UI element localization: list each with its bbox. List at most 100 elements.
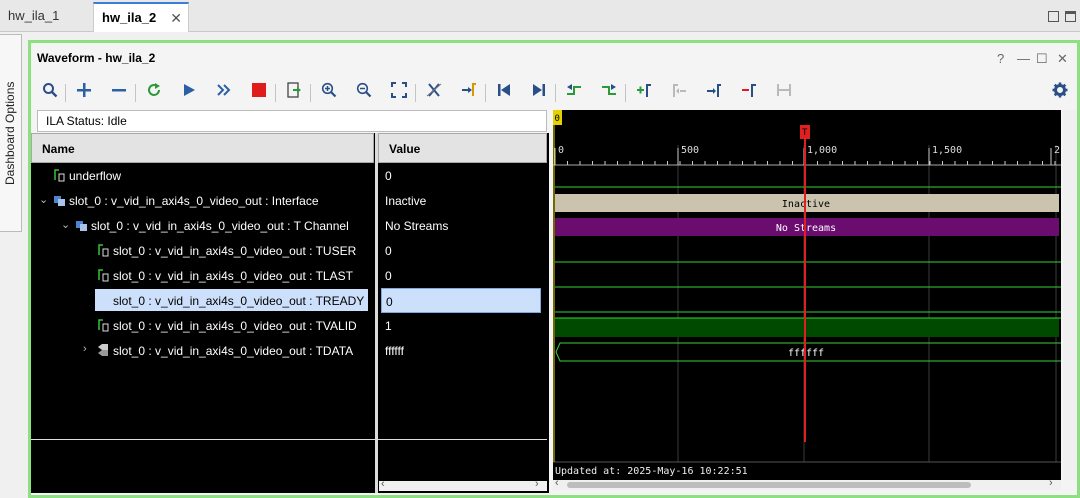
signal-value[interactable]: 0 [381,263,541,288]
column-header-value[interactable]: Value [378,133,547,163]
search-icon[interactable] [39,82,61,104]
signal-table: Name Value underflow 0 ⌄ slot_0 : v_vid_in_… [31,133,549,493]
signal-row[interactable]: › slot_0 : v_vid_in_axi4s_0_video_out : T… [31,338,374,363]
column-header-value-label: Value [389,142,421,156]
add-icon[interactable] [73,82,95,104]
zoom-out-icon[interactable] [353,82,375,104]
bus-signal-icon [97,343,109,357]
value-horizontal-scrollbar[interactable]: ‹ › [379,478,547,491]
column-header-name[interactable]: Name [31,133,374,163]
export-icon[interactable] [283,82,305,104]
signal-row[interactable]: ⌄ slot_0 : v_vid_in_axi4s_0_video_out : I… [31,188,374,213]
next-transition-icon[interactable] [598,82,620,104]
interface-icon [75,218,87,232]
settings-icon[interactable] [1049,82,1071,104]
ruler-tick-label: 500 [681,145,699,156]
signal-name: slot_0 : v_vid_in_axi4s_0_video_out : T … [91,219,349,233]
signal-row[interactable]: slot_0 : v_vid_in_axi4s_0_video_out : TU… [31,238,374,263]
waveform-vertical-scrollbar[interactable] [1063,110,1077,480]
ruler-tick-label: 1,500 [932,145,962,156]
signal-row[interactable]: slot_0 : v_vid_in_axi4s_0_video_out : TV… [31,313,374,338]
close-icon[interactable]: ✕ [1057,51,1068,67]
bit-signal-icon [97,268,109,282]
signal-value[interactable]: 0 [381,238,541,263]
signal-value[interactable]: Inactive [381,188,541,213]
updated-at-label: Updated at: 2025-May-16 10:22:51 [555,466,748,477]
column-header-name-label: Name [42,142,75,156]
tab-label: hw_ila_2 [102,10,157,25]
tab-label: hw_ila_1 [8,8,60,23]
waveform-tvalid-fill [555,318,1059,337]
delete-marker-icon[interactable] [738,82,760,104]
origin-marker-label: 0 [555,114,560,124]
interface-icon [53,193,65,207]
signal-name: slot_0 : v_vid_in_axi4s_0_video_out : TR… [95,289,369,311]
zoom-in-icon[interactable] [318,82,340,104]
minimize-icon[interactable]: — [1017,51,1030,66]
signal-value[interactable]: No Streams [381,213,541,238]
prev-transition-icon[interactable] [563,82,585,104]
trigger-marker-label: T [802,128,808,138]
ruler-tick-label: 1,000 [807,145,837,156]
signal-value[interactable]: ffffff [381,338,541,363]
signal-row[interactable]: slot_0 : v_vid_in_axi4s_0_video_out : TR… [31,288,374,313]
restore-icon[interactable] [1048,11,1059,22]
tab-hw-ila-2[interactable]: hw_ila_2 ✕ [93,2,189,32]
ruler-tick-label: 2, [1054,145,1061,156]
ruler-tick-label: 0 [558,145,564,156]
go-to-end-icon[interactable] [528,82,550,104]
signal-name: slot_0 : v_vid_in_axi4s_0_video_out : TD… [113,344,354,358]
maximize-icon[interactable] [1065,11,1076,22]
editor-tab-bar: hw_ila_1 hw_ila_2 ✕ [0,0,1080,32]
remove-icon[interactable] [108,82,130,104]
signal-name: slot_0 : v_vid_in_axi4s_0_video_out : TU… [113,244,357,258]
signal-name: slot_0 : v_vid_in_axi4s_0_video_out : In… [69,194,319,208]
scroll-left-icon[interactable]: ‹ [555,477,559,489]
help-icon[interactable]: ? [997,51,1004,66]
go-to-start-icon[interactable] [493,82,515,104]
collapse-icon[interactable]: ⌄ [39,193,48,206]
signal-value[interactable]: 1 [381,313,541,338]
bit-signal-icon [53,168,65,182]
maximize-icon[interactable]: ☐ [1036,51,1048,67]
close-icon[interactable]: ✕ [170,10,182,27]
waveform-toolbar [31,78,1077,108]
cut-icon[interactable] [423,82,445,104]
signal-value[interactable]: 0 [381,163,541,188]
table-divider [31,439,547,440]
signal-name: slot_0 : v_vid_in_axi4s_0_video_out : TL… [113,269,353,283]
swap-cursor-icon [773,82,795,104]
run-icon[interactable] [178,82,200,104]
ila-status-label: ILA Status: [46,114,105,128]
stop-icon[interactable] [248,82,270,104]
signal-value[interactable]: 0 [381,288,541,313]
run-immediate-icon[interactable] [213,82,235,104]
dashboard-options-label: Dashboard Options [3,81,17,185]
collapse-icon[interactable]: ⌄ [61,218,70,231]
panel-title: Waveform - hw_ila_2 [37,51,156,65]
signal-row[interactable]: ⌄ slot_0 : v_vid_in_axi4s_0_video_out : T… [31,213,374,238]
signal-name: underflow [69,169,122,183]
scroll-right-icon[interactable]: › [1049,477,1053,489]
add-marker-icon[interactable] [633,82,655,104]
waveform-panel: Waveform - hw_ila_2 ? — ☐ ✕ ILA Status: … [28,40,1080,498]
scroll-left-icon[interactable]: ‹ [381,478,385,490]
next-marker-icon[interactable] [703,82,725,104]
waveform-horizontal-scrollbar[interactable]: ‹ › [553,477,1061,490]
signal-name: slot_0 : v_vid_in_axi4s_0_video_out : TV… [113,319,357,333]
bit-signal-icon [97,318,109,332]
waveform-view[interactable]: 05001,0001,5002,0InactiveNo Streamsfffff… [553,110,1066,480]
bit-signal-icon [97,243,109,257]
go-to-cursor-icon[interactable] [458,82,480,104]
zoom-fit-icon[interactable] [388,82,410,104]
scroll-thumb[interactable] [567,482,971,488]
signal-row[interactable]: underflow [31,163,374,188]
refresh-icon[interactable] [143,82,165,104]
prev-marker-icon [668,82,690,104]
dashboard-options-tab[interactable]: Dashboard Options [0,34,22,232]
waveform-canvas[interactable]: 05001,0001,5002,0InactiveNo Streamsfffff… [553,110,1066,480]
tab-hw-ila-1[interactable]: hw_ila_1 [0,2,92,32]
scroll-right-icon[interactable]: › [535,478,539,490]
signal-row[interactable]: slot_0 : v_vid_in_axi4s_0_video_out : TL… [31,263,374,288]
expand-icon[interactable]: › [83,343,87,355]
